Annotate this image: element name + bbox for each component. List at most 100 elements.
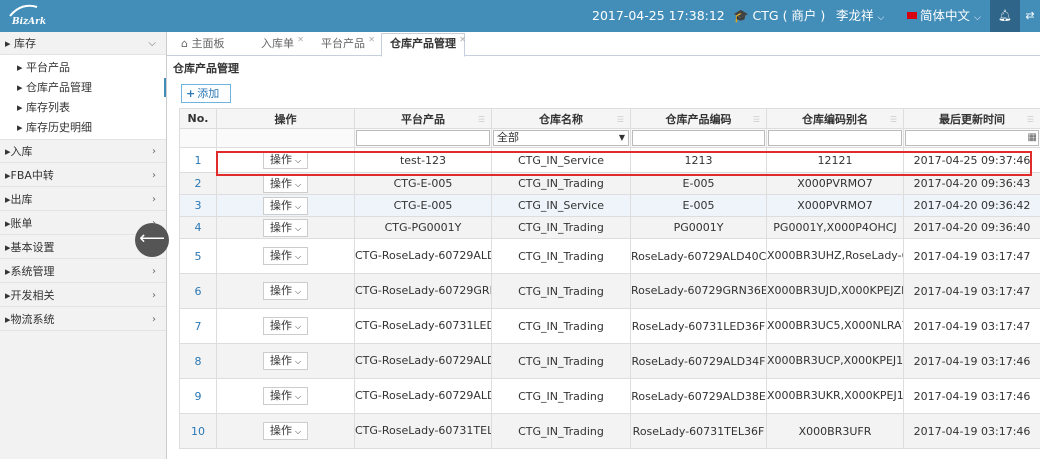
tab-warehouse-product[interactable]: 仓库产品管理 ✕ [381,30,466,57]
sidebar-item-development[interactable]: ▸开发相关 › [0,284,166,307]
table-row[interactable]: 10 操作⌵ CTG-RoseLady-60731TEL36F CTG_IN_T… [179,413,1040,449]
row-number: 7 [179,308,217,344]
col-header-label: 仓库编码别名 [802,112,868,126]
col-header-last-updated[interactable]: 最后更新时间 ☰ [903,108,1040,129]
user-name: 李龙祥 [836,8,874,23]
warehouse-code-cell: E-005 [630,172,767,195]
last-updated-cell: 2017-04-20 09:36:40 [903,216,1040,239]
merchant-label: CTG ( 商户 ) [752,8,826,23]
row-number: 4 [179,216,217,239]
sidebar-item-outbound[interactable]: ▸出库 › [0,188,166,211]
last-updated-cell: 2017-04-19 03:17:47 [903,308,1040,344]
warehouse-name-cell: CTG_IN_Trading [491,216,631,239]
action-cell: 操作 ⌵ [216,273,355,309]
row-action-button[interactable]: 操作 ⌵ [262,174,309,193]
row-action-label: 操作 [269,176,292,190]
warehouse-name-cell: CTG_IN_Trading [491,413,631,449]
sidebar-subitem-platform-product[interactable]: ▸ 平台产品 [0,58,166,77]
chevron-down-icon: ⌵ [294,427,302,436]
row-action-label: 操作 [269,153,292,166]
sidebar-item-label: 开发相关 [10,289,55,302]
sidebar-item-logistics[interactable]: ▸物流系统 › [0,308,166,331]
table-row[interactable]: 4 操作 ⌵ CTG-PG0001Y CTG_IN_Trading PG0001Y… [179,216,1040,239]
code-alias-cell: X000BR3UHZ,RoseLady-60729ALD40C [766,238,904,274]
table-row[interactable]: 5 操作⌵ CTG-RoseLady-60729ALD40C CTG_IN_Tr… [179,238,1040,274]
sidebar-collapse-button[interactable]: ⟵ [135,223,169,257]
table-row[interactable]: 1 操作 ⌵ test-123 CTG_IN_Service 1213 12121… [179,147,1040,173]
col-header-code-alias[interactable]: 仓库编码别名 ☰ [766,108,904,129]
row-action-button[interactable]: 操作 ⌵ [262,317,309,335]
switch-button[interactable]: ⇄ [1020,0,1040,32]
table-row[interactable]: 8 操作⌵ CTG-RoseLady-60729ALD34F CTG_IN_Tr… [179,343,1040,379]
code-alias-cell: 12121 [766,147,904,173]
chevron-right-icon: › [152,290,156,301]
chevron-down-icon: ⌵ [294,201,302,211]
close-icon[interactable]: ✕ [297,30,304,50]
warehouse-code-cell: 1213 [630,147,767,173]
row-action-button[interactable]: 操作 ⌵ [262,196,309,215]
calendar-icon[interactable]: ▦ [1028,131,1037,145]
sidebar-item-label: 物流系统 [10,313,55,326]
row-action-button[interactable]: 操作 ⌵ [262,282,309,300]
sidebar-item-inbound[interactable]: ▸入库 › [0,140,166,163]
sidebar-subitem-warehouse-product[interactable]: ▸ 仓库产品管理 [0,78,166,97]
row-action-button[interactable]: 操作 ⌵ [262,422,309,440]
warehouse-filter-select[interactable]: 全部 ▼ [493,130,629,146]
col-header-platform-product[interactable]: 平台产品 ☰ [354,108,492,129]
bell-icon: 🔔︎ [998,9,1012,22]
last-updated-cell: 2017-04-19 03:17:47 [903,273,1040,309]
row-action-button[interactable]: 操作 ⌵ [262,151,309,169]
row-number: 10 [179,413,217,449]
warehouse-code-filter-input[interactable] [632,130,765,146]
table-row[interactable]: 7 操作⌵ CTG-RoseLady-60731LED36F CTG_IN_Tr… [179,308,1040,344]
table-row[interactable]: 9 操作⌵ CTG-RoseLady-60729ALD38E CTG_IN_Tr… [179,378,1040,414]
merchant-menu[interactable]: 🎓 CTG ( 商户 ) [733,0,825,32]
sidebar-item-system-management[interactable]: ▸系统管理 › [0,260,166,283]
tab-platform-product[interactable]: 平台产品 ✕ [313,34,375,56]
user-menu[interactable]: 李龙祥 ⌵ [836,0,884,32]
sort-icon: ☰ [1026,115,1034,124]
caret-right-icon: ▸ [17,121,27,134]
row-number: 9 [179,378,217,414]
row-action-button[interactable]: 操作 ⌵ [262,387,309,405]
close-icon[interactable]: ✕ [368,30,375,50]
table-row[interactable]: 6 操作⌵ CTG-RoseLady-60729GRN36E CTG_IN_Tr… [179,273,1040,309]
platform-product-cell: CTG-E-005 [354,194,492,217]
platform-product-filter-input[interactable] [356,130,490,146]
row-action-button[interactable]: 操作 ⌵ [262,218,309,237]
add-button[interactable]: + 添加 [181,84,231,103]
last-updated-cell: 2017-04-19 03:17:46 [903,413,1040,449]
last-updated-cell: 2017-04-19 03:17:46 [903,378,1040,414]
caret-right-icon: ▸ [17,101,27,114]
sidebar-item-label: 出库 [10,193,33,206]
code-alias-cell: X000BR3UKR,X000KPEJ17 [766,378,904,414]
col-header-warehouse-name[interactable]: 仓库名称 ☰ [491,108,631,129]
warehouse-code-cell: RoseLady-60729ALD38E [630,378,767,414]
col-header-label: 仓库产品编码 [665,112,732,126]
code-alias-filter-input[interactable] [768,130,902,146]
tab-inbound-order[interactable]: 入库单 ✕ [253,34,304,56]
close-icon[interactable]: ✕ [459,30,466,50]
sidebar-item-fba[interactable]: ▸FBA中转 › [0,164,166,187]
brand-logo[interactable]: BizArk [8,4,48,28]
row-action-label: 操作 [269,424,292,437]
arrow-left-icon: ⟵ [139,228,165,249]
tab-dashboard[interactable]: ⌂ 主面板 [173,34,232,56]
row-action-button[interactable]: 操作 ⌵ [262,352,309,370]
chevron-down-icon: ⌵ [294,223,302,233]
row-action-label: 操作 [269,354,292,367]
action-cell: 操作 ⌵ [216,343,355,379]
col-header-warehouse-code[interactable]: 仓库产品编码 ☰ [630,108,767,129]
last-updated-filter-input[interactable]: ▦ [905,130,1039,146]
sidebar-subitem-stock-history[interactable]: ▸ 库存历史明细 [0,118,166,137]
language-menu[interactable]: 简体中文 ⌵ [907,0,981,32]
sidebar-item-label: FBA中转 [10,169,54,182]
table-row[interactable]: 2 操作 ⌵ CTG-E-005 CTG_IN_Trading E-005 X00… [179,172,1040,195]
warehouse-code-cell: E-005 [630,194,767,217]
sidebar-item-inventory[interactable]: ▸ 库存 ⌵ [0,32,166,55]
notification-button[interactable]: 🔔︎ [990,0,1020,32]
row-action-label: 操作 [269,198,292,212]
sidebar-subitem-stock-list[interactable]: ▸ 库存列表 [0,98,166,117]
row-action-button[interactable]: 操作 ⌵ [262,247,309,265]
table-row[interactable]: 3 操作 ⌵ CTG-E-005 CTG_IN_Service E-005 X00… [179,194,1040,217]
